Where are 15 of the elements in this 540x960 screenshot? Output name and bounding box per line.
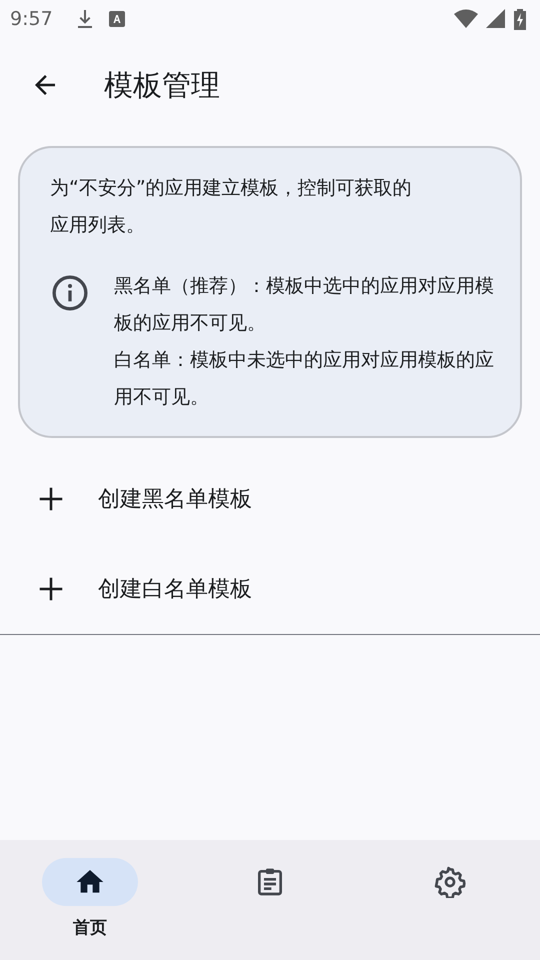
info-text: 黑名单（推荐）：模板中选中的应用对应用模板的应用不可见。: [114, 274, 494, 336]
battery-icon: [514, 8, 526, 30]
page-title: 模板管理: [104, 68, 220, 102]
info-text: 为“不安分”的应用建立模板，控制可获取的应用列表。: [50, 176, 413, 238]
settings-icon: [434, 866, 466, 898]
download-icon: [76, 9, 93, 29]
status-time: 9:57: [10, 6, 53, 32]
nav-tab[interactable]: 首页: [0, 858, 180, 960]
text-icon: [108, 11, 125, 27]
create-template-button[interactable]: 创建白名单模板: [0, 544, 540, 634]
create-template-button[interactable]: 创建黑名单模板: [0, 454, 540, 544]
signal-icon: [486, 9, 506, 29]
info-text: 白名单：模板中未选中的应用对应用模板的应用不可见。: [114, 348, 494, 410]
info-icon: [50, 273, 90, 313]
wifi-icon: [454, 9, 478, 29]
